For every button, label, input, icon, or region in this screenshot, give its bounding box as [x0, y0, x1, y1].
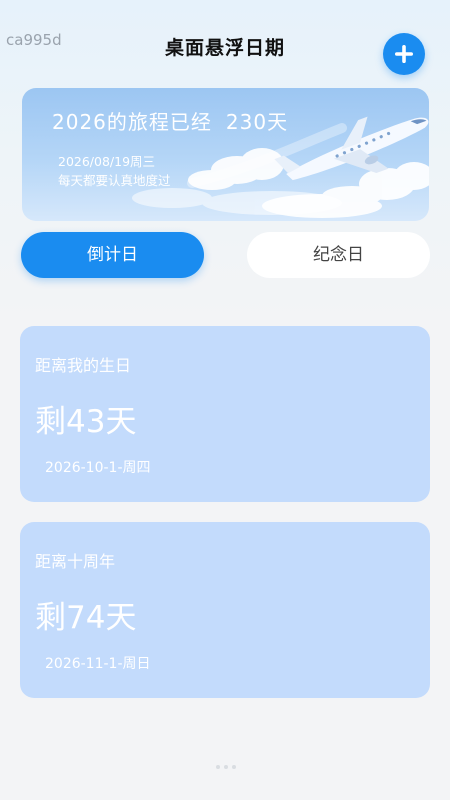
- event-name: 距离我的生日: [35, 356, 132, 375]
- event-remaining: 剩43天: [35, 404, 137, 440]
- banner-days: 230天: [225, 110, 289, 134]
- page-dot: [232, 765, 236, 769]
- event-date: 2026-10-1-周四: [45, 460, 151, 476]
- event-remaining: 剩74天: [35, 600, 137, 636]
- page-dot: [216, 765, 220, 769]
- event-date: 2026-11-1-周日: [45, 656, 151, 672]
- event-name: 距离十周年: [35, 552, 116, 571]
- tab-anniversary[interactable]: 纪念日: [247, 232, 430, 278]
- page-dot: [224, 765, 228, 769]
- page-indicator: [216, 754, 240, 773]
- tab-countdown[interactable]: 倒计日: [21, 232, 204, 278]
- banner-title: 2026的旅程已经 230天: [52, 106, 288, 135]
- banner-date: 2026/08/19周三: [58, 154, 156, 169]
- add-button[interactable]: [383, 33, 425, 75]
- event-card-anniversary[interactable]: 距离十周年 剩74天 2026-11-1-周日: [20, 522, 430, 698]
- banner-title-text: 2026的旅程已经: [52, 110, 212, 134]
- year-progress-banner: 2026的旅程已经 230天 2026/08/19周三 每天都要认真地度过: [22, 88, 429, 221]
- event-card-birthday[interactable]: 距离我的生日 剩43天 2026-10-1-周四: [20, 326, 430, 502]
- plus-icon: [395, 45, 413, 63]
- banner-motto: 每天都要认真地度过: [58, 173, 171, 188]
